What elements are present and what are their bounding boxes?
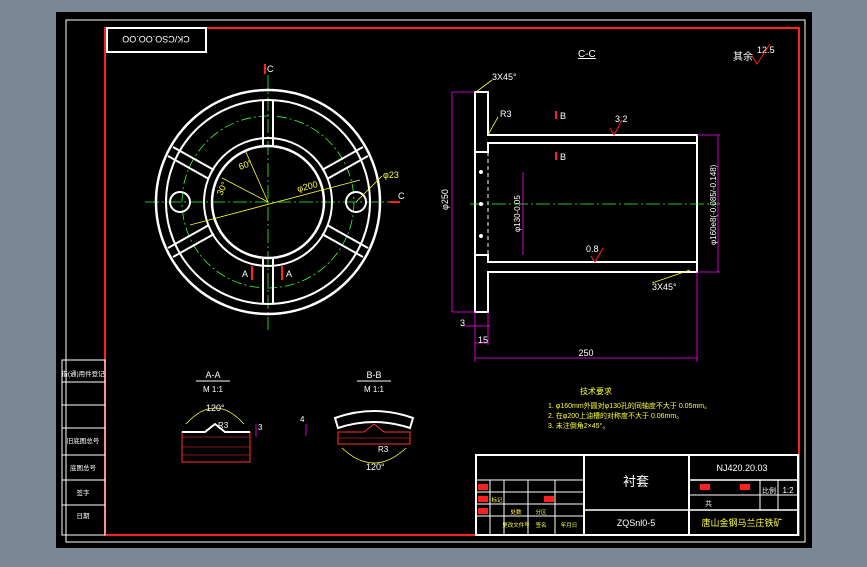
- left-col-2: 底图总号: [70, 463, 97, 472]
- notes-line1: 1. φ160mm外圆对φ130孔的同轴度不大于 0.05mm。: [548, 401, 711, 410]
- row-label-0: 标记: [491, 496, 503, 504]
- scale-value: 1:2: [782, 486, 794, 495]
- cut-c-right: C: [398, 191, 405, 201]
- company-name: 唐山金钢马兰庄铁矿: [701, 517, 782, 528]
- label-r3-a: R3: [218, 421, 229, 430]
- label-roughness-32: 3.2: [615, 114, 628, 124]
- label-roughness-08: 0.8: [586, 244, 599, 254]
- drawing-sheet: CK/CSO.OO.OO 其余 12.5 60° 30° φ200 φ23 C: [56, 12, 812, 548]
- cut-c-top: C: [267, 64, 274, 74]
- label-dia-outer: φ160e8(-0.085/-0.148): [709, 164, 718, 245]
- material: ZQSnl0-5: [617, 518, 656, 528]
- left-col-0: 借(通)用件登记: [61, 369, 105, 378]
- section-bb-scale: M 1:1: [364, 385, 385, 394]
- label-r3: R3: [500, 109, 512, 119]
- drawing-number: NJ420.20.03: [716, 463, 767, 473]
- cad-viewport: CK/CSO.OO.OO 其余 12.5 60° 30° φ200 φ23 C: [0, 0, 867, 562]
- row-label-1: 处数: [510, 508, 522, 516]
- part-name: 衬套: [623, 474, 649, 489]
- label-120-b: 120°: [366, 462, 385, 472]
- section-cc-title: C-C: [578, 49, 596, 60]
- left-col-1: 旧底图总号: [67, 436, 100, 445]
- label-cut-b-top: B: [560, 111, 566, 121]
- left-col-3: 签字: [77, 488, 91, 497]
- label-dia-250: φ250: [440, 189, 450, 210]
- section-aa-title: A-A: [205, 370, 220, 380]
- sheet-background: [56, 12, 812, 548]
- label-dim-3-a: 3: [258, 423, 263, 432]
- left-col-4: 日期: [77, 512, 91, 520]
- notes-line2: 2. 在φ200上油槽的对称度不大于 0.06mm。: [548, 411, 683, 420]
- label-dim-3: 3: [460, 318, 465, 328]
- label-dim-250: 250: [578, 348, 593, 358]
- notes-title: 技术要求: [580, 386, 612, 396]
- label-dia-inner: φ130-0.05: [513, 195, 522, 232]
- row-label-4: 签名: [535, 521, 546, 529]
- cut-a-right: A: [286, 269, 292, 279]
- cut-a-left: A: [242, 269, 248, 279]
- row-label-2: 分区: [535, 508, 547, 516]
- label-chamfer-top: 3X45°: [492, 72, 517, 82]
- section-bb-title: B-B: [366, 370, 381, 380]
- finish-note: 其余: [733, 50, 753, 63]
- label-chamfer-bottom: 3X45°: [652, 282, 677, 292]
- stamp-text: CK/CSO.OO.OO: [122, 34, 190, 44]
- section-aa-scale: M 1:1: [203, 385, 224, 394]
- label-dim-4-b: 4: [300, 415, 305, 424]
- label-dia-23: φ23: [383, 170, 399, 180]
- label-r3-b: R3: [378, 445, 389, 454]
- label-cut-b-mid: B: [560, 152, 566, 162]
- notes-line3: 3. 未注倒角2×45°。: [548, 421, 609, 430]
- row-label-3: 更改文件号: [502, 521, 530, 529]
- sheet-label: 共: [705, 499, 712, 508]
- scale-label: 比例: [762, 486, 776, 495]
- label-dim-15: 15: [478, 335, 488, 345]
- label-120-a: 120°: [206, 403, 225, 413]
- row-label-5: 年月日: [561, 521, 578, 529]
